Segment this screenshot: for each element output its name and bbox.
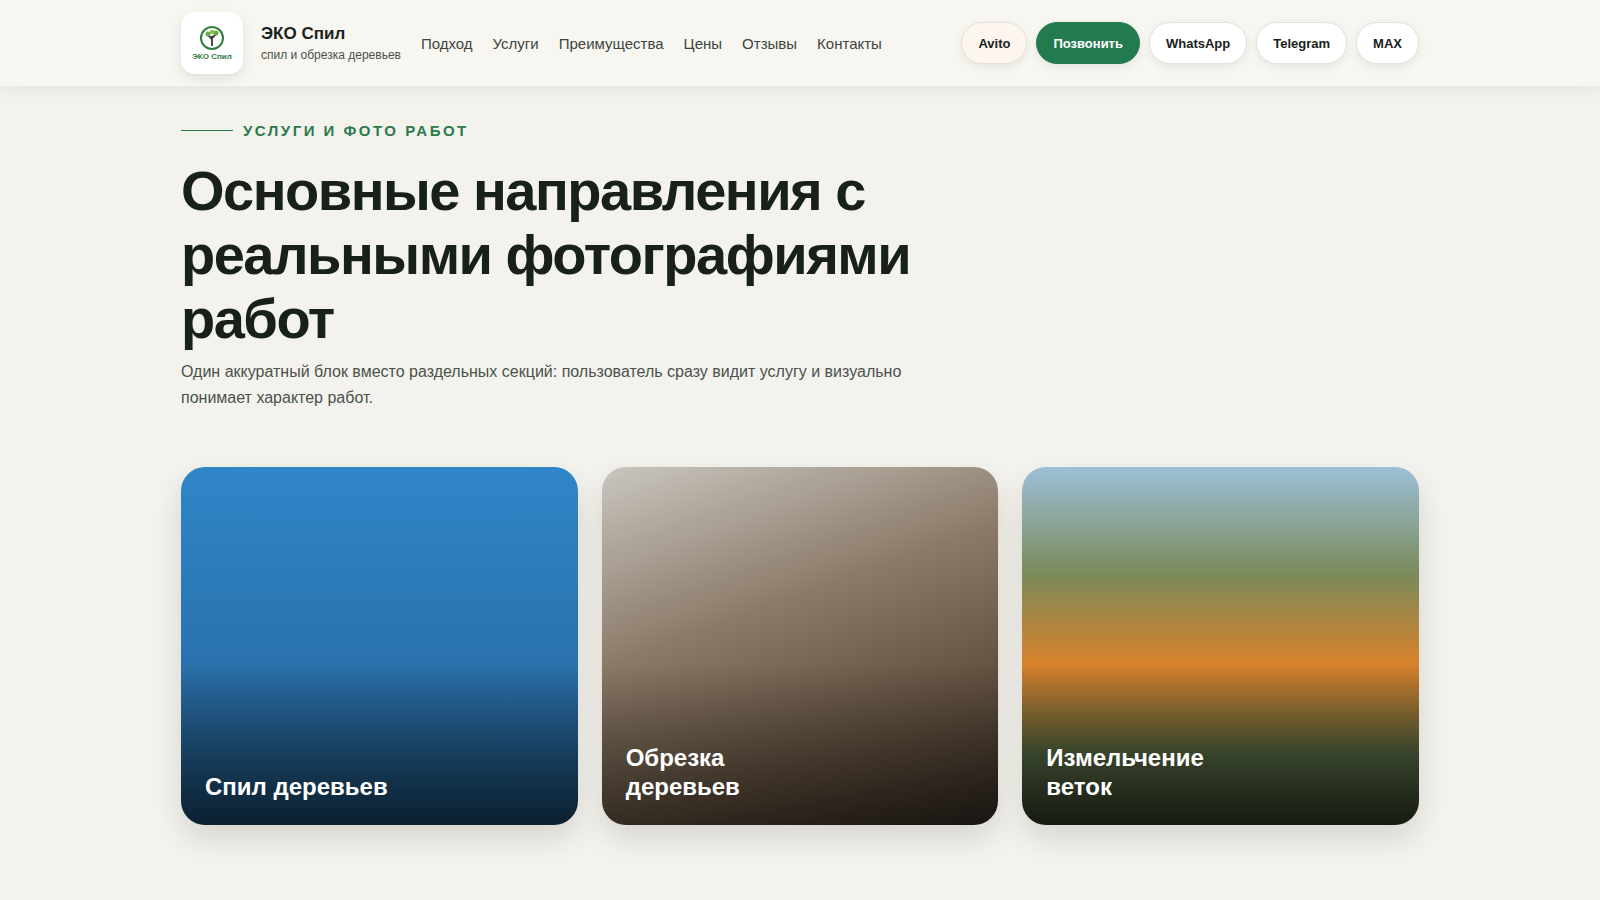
contact-buttons: AvitoПозвонитьWhatsAppTelegramMAX: [961, 22, 1419, 64]
contact-button[interactable]: MAX: [1356, 22, 1419, 64]
brand: ЭКО Спил спил и обрезка деревьев: [261, 24, 401, 62]
service-card-title: Измельчение веток: [1046, 743, 1246, 801]
contact-button[interactable]: Telegram: [1256, 22, 1347, 64]
nav-link[interactable]: Подход: [421, 35, 473, 52]
site-header: ЭКО Спил ЭКО Спил спил и обрезка деревьев П…: [0, 0, 1600, 86]
eyebrow-line: [181, 130, 233, 131]
header-row: ЭКО Спил ЭКО Спил спил и обрезка деревьев П…: [181, 0, 1419, 86]
brand-name: ЭКО Спил: [261, 24, 401, 44]
contact-button[interactable]: Позвонить: [1036, 22, 1140, 64]
main-nav: Подход Услуги Преимущества Цены Отзывы Контак…: [421, 35, 882, 52]
service-cards: Спил деревьев Обрезка деревьев Измельчение…: [181, 467, 1419, 825]
services-section: Услуги и фото работ Основные направления …: [181, 86, 1419, 865]
contact-button[interactable]: WhatsApp: [1149, 22, 1247, 64]
service-card[interactable]: Обрезка деревьев: [602, 467, 999, 825]
service-card[interactable]: Измельчение веток: [1022, 467, 1419, 825]
logo-mark: ЭКО Спил: [192, 52, 232, 61]
contact-button[interactable]: Avito: [961, 22, 1027, 64]
eyebrow: Услуги и фото работ: [181, 122, 1419, 139]
nav-link[interactable]: Контакты: [817, 35, 882, 52]
eyebrow-text: Услуги и фото работ: [243, 122, 469, 139]
nav-link[interactable]: Отзывы: [742, 35, 797, 52]
nav-link[interactable]: Преимущества: [559, 35, 664, 52]
section-title: Основные направления с реальными фотогра…: [181, 159, 941, 351]
section-description: Один аккуратный блок вместо раздельных с…: [181, 359, 941, 411]
brand-tagline: спил и обрезка деревьев: [261, 48, 401, 62]
nav-link[interactable]: Услуги: [493, 35, 539, 52]
nav-link[interactable]: Цены: [684, 35, 723, 52]
service-card-title: Спил деревьев: [205, 772, 388, 801]
service-card-title: Обрезка деревьев: [626, 743, 826, 801]
logo[interactable]: ЭКО Спил: [181, 12, 243, 74]
service-card[interactable]: Спил деревьев: [181, 467, 578, 825]
tree-logo-icon: [199, 25, 225, 51]
